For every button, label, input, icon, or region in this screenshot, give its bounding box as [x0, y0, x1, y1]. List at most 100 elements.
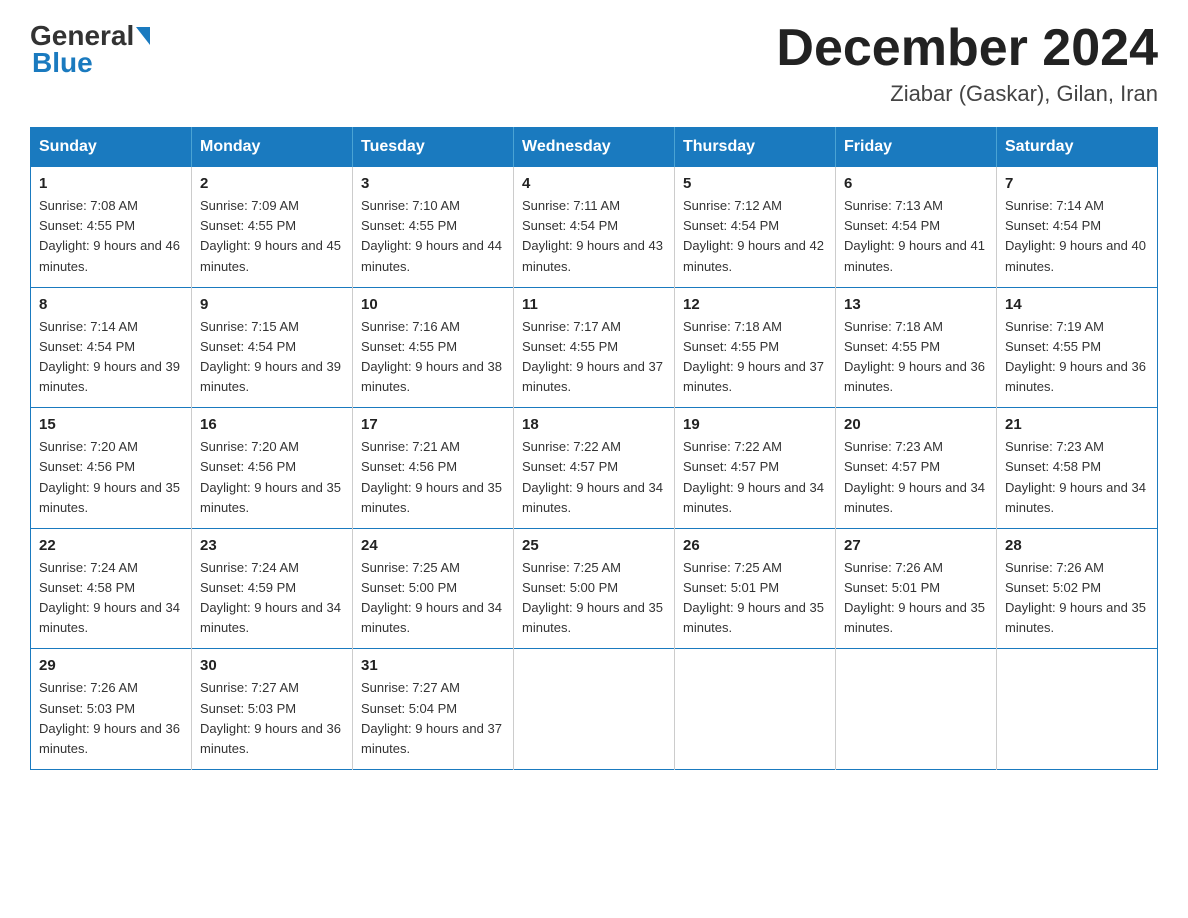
day-header-tuesday: Tuesday [353, 128, 514, 167]
day-info: Sunrise: 7:25 AMSunset: 5:00 PMDaylight:… [361, 560, 502, 635]
day-info: Sunrise: 7:24 AMSunset: 4:59 PMDaylight:… [200, 560, 341, 635]
calendar-table: SundayMondayTuesdayWednesdayThursdayFrid… [30, 127, 1158, 770]
day-number: 13 [844, 296, 988, 313]
calendar-cell [836, 649, 997, 770]
day-info: Sunrise: 7:09 AMSunset: 4:55 PMDaylight:… [200, 198, 341, 273]
calendar-cell [675, 649, 836, 770]
calendar-cell: 1 Sunrise: 7:08 AMSunset: 4:55 PMDayligh… [31, 167, 192, 288]
day-info: Sunrise: 7:20 AMSunset: 4:56 PMDaylight:… [200, 439, 341, 514]
day-info: Sunrise: 7:23 AMSunset: 4:58 PMDaylight:… [1005, 439, 1146, 514]
day-number: 9 [200, 296, 344, 313]
calendar-cell: 15 Sunrise: 7:20 AMSunset: 4:56 PMDaylig… [31, 408, 192, 529]
page-header: General Blue December 2024 Ziabar (Gaska… [30, 20, 1158, 107]
day-number: 11 [522, 296, 666, 313]
calendar-cell: 13 Sunrise: 7:18 AMSunset: 4:55 PMDaylig… [836, 287, 997, 408]
day-info: Sunrise: 7:18 AMSunset: 4:55 PMDaylight:… [683, 319, 824, 394]
day-header-sunday: Sunday [31, 128, 192, 167]
day-info: Sunrise: 7:25 AMSunset: 5:01 PMDaylight:… [683, 560, 824, 635]
day-number: 22 [39, 537, 183, 554]
calendar-cell: 18 Sunrise: 7:22 AMSunset: 4:57 PMDaylig… [514, 408, 675, 529]
day-number: 23 [200, 537, 344, 554]
day-number: 12 [683, 296, 827, 313]
calendar-cell: 6 Sunrise: 7:13 AMSunset: 4:54 PMDayligh… [836, 167, 997, 288]
day-header-monday: Monday [192, 128, 353, 167]
month-title: December 2024 [776, 20, 1158, 77]
calendar-week-row: 15 Sunrise: 7:20 AMSunset: 4:56 PMDaylig… [31, 408, 1158, 529]
day-number: 26 [683, 537, 827, 554]
day-info: Sunrise: 7:13 AMSunset: 4:54 PMDaylight:… [844, 198, 985, 273]
logo: General Blue [30, 20, 152, 79]
calendar-cell: 8 Sunrise: 7:14 AMSunset: 4:54 PMDayligh… [31, 287, 192, 408]
calendar-cell: 28 Sunrise: 7:26 AMSunset: 5:02 PMDaylig… [997, 528, 1158, 649]
calendar-cell: 2 Sunrise: 7:09 AMSunset: 4:55 PMDayligh… [192, 167, 353, 288]
day-info: Sunrise: 7:08 AMSunset: 4:55 PMDaylight:… [39, 198, 180, 273]
calendar-cell: 3 Sunrise: 7:10 AMSunset: 4:55 PMDayligh… [353, 167, 514, 288]
calendar-cell: 9 Sunrise: 7:15 AMSunset: 4:54 PMDayligh… [192, 287, 353, 408]
location-title: Ziabar (Gaskar), Gilan, Iran [776, 81, 1158, 107]
day-header-thursday: Thursday [675, 128, 836, 167]
logo-blue-text: Blue [32, 47, 93, 79]
day-header-wednesday: Wednesday [514, 128, 675, 167]
day-number: 18 [522, 416, 666, 433]
calendar-cell: 12 Sunrise: 7:18 AMSunset: 4:55 PMDaylig… [675, 287, 836, 408]
day-number: 17 [361, 416, 505, 433]
calendar-cell: 14 Sunrise: 7:19 AMSunset: 4:55 PMDaylig… [997, 287, 1158, 408]
calendar-cell: 22 Sunrise: 7:24 AMSunset: 4:58 PMDaylig… [31, 528, 192, 649]
day-info: Sunrise: 7:27 AMSunset: 5:04 PMDaylight:… [361, 680, 502, 755]
calendar-cell: 19 Sunrise: 7:22 AMSunset: 4:57 PMDaylig… [675, 408, 836, 529]
calendar-cell: 31 Sunrise: 7:27 AMSunset: 5:04 PMDaylig… [353, 649, 514, 770]
day-number: 10 [361, 296, 505, 313]
day-header-friday: Friday [836, 128, 997, 167]
calendar-header-row: SundayMondayTuesdayWednesdayThursdayFrid… [31, 128, 1158, 167]
day-info: Sunrise: 7:17 AMSunset: 4:55 PMDaylight:… [522, 319, 663, 394]
logo-arrow-icon [136, 27, 150, 45]
calendar-week-row: 29 Sunrise: 7:26 AMSunset: 5:03 PMDaylig… [31, 649, 1158, 770]
day-number: 8 [39, 296, 183, 313]
calendar-cell: 4 Sunrise: 7:11 AMSunset: 4:54 PMDayligh… [514, 167, 675, 288]
day-info: Sunrise: 7:22 AMSunset: 4:57 PMDaylight:… [683, 439, 824, 514]
day-number: 16 [200, 416, 344, 433]
calendar-cell: 11 Sunrise: 7:17 AMSunset: 4:55 PMDaylig… [514, 287, 675, 408]
day-info: Sunrise: 7:16 AMSunset: 4:55 PMDaylight:… [361, 319, 502, 394]
calendar-cell: 29 Sunrise: 7:26 AMSunset: 5:03 PMDaylig… [31, 649, 192, 770]
calendar-cell [514, 649, 675, 770]
day-number: 5 [683, 175, 827, 192]
calendar-cell: 21 Sunrise: 7:23 AMSunset: 4:58 PMDaylig… [997, 408, 1158, 529]
day-number: 27 [844, 537, 988, 554]
calendar-cell: 26 Sunrise: 7:25 AMSunset: 5:01 PMDaylig… [675, 528, 836, 649]
day-number: 29 [39, 657, 183, 674]
day-info: Sunrise: 7:26 AMSunset: 5:02 PMDaylight:… [1005, 560, 1146, 635]
calendar-week-row: 22 Sunrise: 7:24 AMSunset: 4:58 PMDaylig… [31, 528, 1158, 649]
day-number: 3 [361, 175, 505, 192]
day-info: Sunrise: 7:26 AMSunset: 5:01 PMDaylight:… [844, 560, 985, 635]
day-info: Sunrise: 7:27 AMSunset: 5:03 PMDaylight:… [200, 680, 341, 755]
calendar-cell: 17 Sunrise: 7:21 AMSunset: 4:56 PMDaylig… [353, 408, 514, 529]
day-info: Sunrise: 7:24 AMSunset: 4:58 PMDaylight:… [39, 560, 180, 635]
day-number: 20 [844, 416, 988, 433]
day-info: Sunrise: 7:14 AMSunset: 4:54 PMDaylight:… [39, 319, 180, 394]
day-info: Sunrise: 7:10 AMSunset: 4:55 PMDaylight:… [361, 198, 502, 273]
day-number: 21 [1005, 416, 1149, 433]
calendar-cell [997, 649, 1158, 770]
day-info: Sunrise: 7:26 AMSunset: 5:03 PMDaylight:… [39, 680, 180, 755]
calendar-cell: 23 Sunrise: 7:24 AMSunset: 4:59 PMDaylig… [192, 528, 353, 649]
calendar-cell: 20 Sunrise: 7:23 AMSunset: 4:57 PMDaylig… [836, 408, 997, 529]
day-number: 24 [361, 537, 505, 554]
day-number: 6 [844, 175, 988, 192]
calendar-cell: 16 Sunrise: 7:20 AMSunset: 4:56 PMDaylig… [192, 408, 353, 529]
calendar-cell: 30 Sunrise: 7:27 AMSunset: 5:03 PMDaylig… [192, 649, 353, 770]
day-info: Sunrise: 7:22 AMSunset: 4:57 PMDaylight:… [522, 439, 663, 514]
calendar-cell: 5 Sunrise: 7:12 AMSunset: 4:54 PMDayligh… [675, 167, 836, 288]
day-number: 7 [1005, 175, 1149, 192]
calendar-cell: 24 Sunrise: 7:25 AMSunset: 5:00 PMDaylig… [353, 528, 514, 649]
day-info: Sunrise: 7:18 AMSunset: 4:55 PMDaylight:… [844, 319, 985, 394]
day-number: 28 [1005, 537, 1149, 554]
day-info: Sunrise: 7:20 AMSunset: 4:56 PMDaylight:… [39, 439, 180, 514]
day-info: Sunrise: 7:21 AMSunset: 4:56 PMDaylight:… [361, 439, 502, 514]
calendar-cell: 7 Sunrise: 7:14 AMSunset: 4:54 PMDayligh… [997, 167, 1158, 288]
day-number: 25 [522, 537, 666, 554]
calendar-week-row: 8 Sunrise: 7:14 AMSunset: 4:54 PMDayligh… [31, 287, 1158, 408]
day-info: Sunrise: 7:15 AMSunset: 4:54 PMDaylight:… [200, 319, 341, 394]
day-number: 4 [522, 175, 666, 192]
day-info: Sunrise: 7:12 AMSunset: 4:54 PMDaylight:… [683, 198, 824, 273]
